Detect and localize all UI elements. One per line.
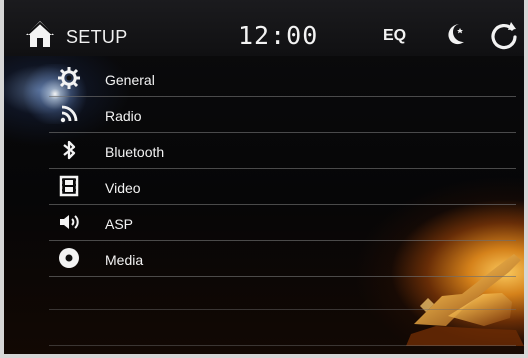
menu-label-general: General [105,72,155,88]
menu-item-radio[interactable]: Radio [0,97,528,133]
menu-item-general[interactable]: General [0,61,528,97]
menu-label-media: Media [105,252,144,268]
menu-label-bluetooth: Bluetooth [105,144,165,160]
clock-display[interactable]: 12:00 [238,21,318,50]
menu-item-asp[interactable]: ASP [0,205,528,241]
speaker-icon [60,215,79,229]
eq-button[interactable]: EQ [383,27,406,45]
back-icon[interactable] [487,18,521,52]
page-title: SETUP [66,27,128,47]
home-icon[interactable] [24,18,56,50]
film-icon [59,175,79,197]
menu-label-asp: ASP [105,216,134,232]
disc-icon [59,248,79,268]
menu-label-radio: Radio [105,108,142,124]
divider-line [49,345,516,346]
moon-icon[interactable] [442,20,466,48]
setup-menu: General Radio Bluetooth Video ASP Media [0,61,528,277]
menu-item-video[interactable]: Video [0,169,528,205]
menu-item-media[interactable]: Media [0,241,528,277]
top-bar: SETUP 12:00 EQ [0,0,528,56]
empty-menu-lines [0,275,528,346]
setup-screen: SETUP 12:00 EQ General Radio Bluetooth V… [0,0,528,358]
radio-wave-icon [60,105,78,123]
bluetooth-icon [63,140,76,160]
gear-icon [58,67,80,89]
menu-label-video: Video [105,180,141,196]
menu-item-bluetooth[interactable]: Bluetooth [0,133,528,169]
divider-line [49,309,516,310]
